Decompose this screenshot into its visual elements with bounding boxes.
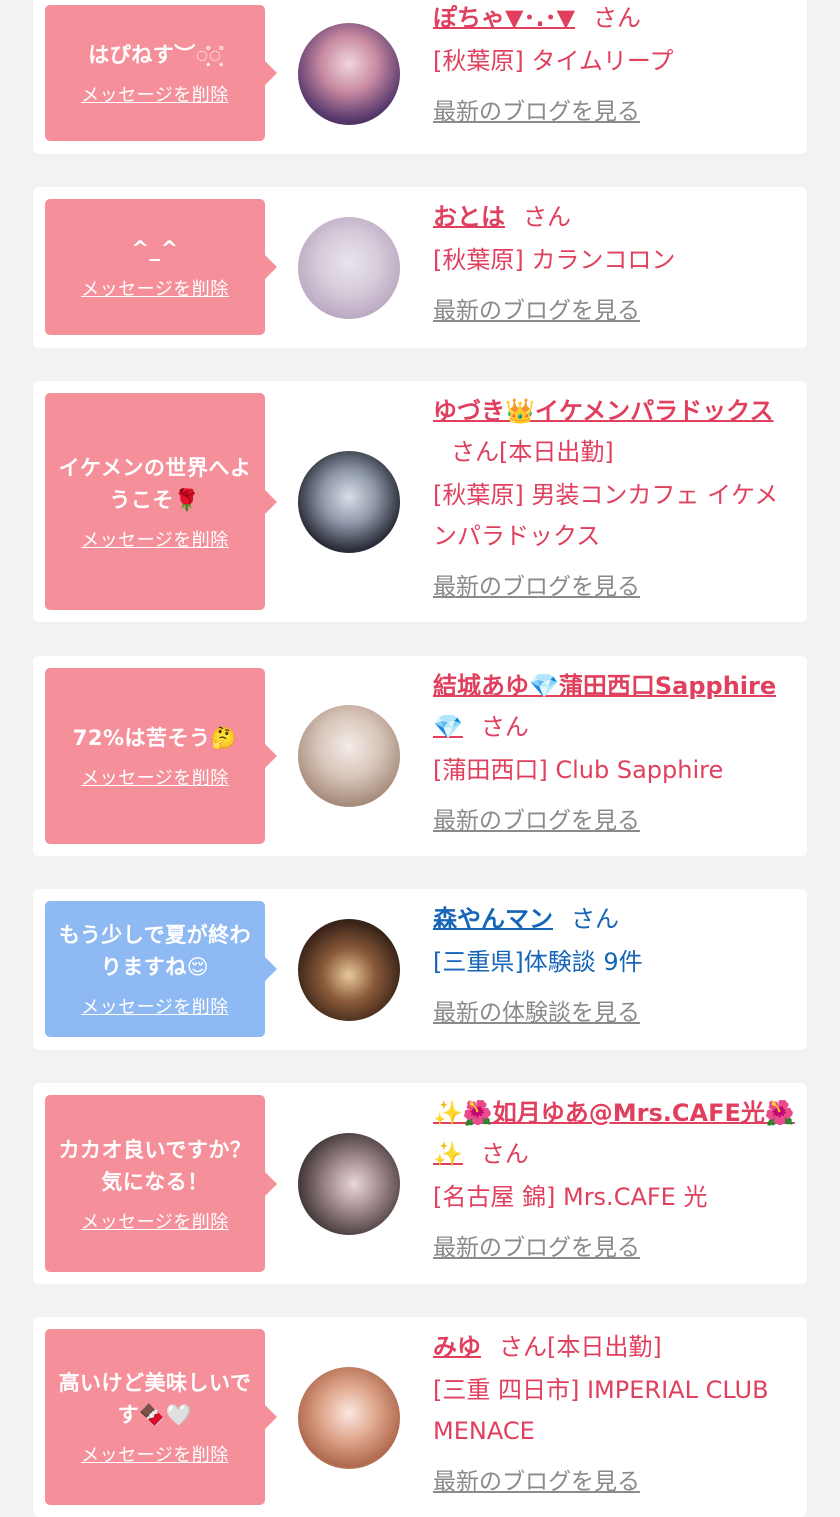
avatar[interactable] [298,705,400,807]
message-bubble: もう少しで夏が終わりますね😌 メッセージを削除 [45,901,277,1037]
latest-blog-link[interactable]: 最新のブログを見る [433,801,795,842]
message-text: 高いけど美味しいです🍫🤍 [58,1371,252,1427]
avatar[interactable] [298,919,400,1021]
delete-message-link[interactable]: メッセージを削除 [81,764,229,790]
name-suffix: さん[本日出勤] [451,438,614,466]
name-suffix: さん [571,905,619,933]
message-text: はぴねす︶◌͙̊◌͙̊ [88,43,222,67]
message-text: イケメンの世界へようこそ🌹 [58,455,252,512]
cast-name-link[interactable]: おとは [433,203,505,231]
message-text: もう少しで夏が終わりますね😌 [58,923,252,979]
shop-name: [秋葉原] カランコロン [433,246,676,274]
latest-blog-link[interactable]: 最新のブログを見る [433,1462,795,1503]
delete-message-link[interactable]: メッセージを削除 [81,1441,229,1467]
latest-blog-link[interactable]: 最新のブログを見る [433,92,795,133]
message-bubble: 高いけど美味しいです🍫🤍 メッセージを削除 [45,1329,277,1505]
message-bubble: はぴねす︶◌͙̊◌͙̊ メッセージを削除 [45,5,277,141]
message-card: 高いけど美味しいです🍫🤍 メッセージを削除 みゆ さん[本日出勤] [三重 四日市… [33,1317,807,1517]
latest-report-link[interactable]: 最新の体験談を見る [433,993,795,1034]
message-bubble: ^_^ メッセージを削除 [45,199,277,335]
message-card: ^_^ メッセージを削除 おとは さん [秋葉原] カランコロン 最新のブログを見… [33,187,807,348]
avatar[interactable] [298,217,400,319]
message-card: イケメンの世界へようこそ🌹 メッセージを削除 ゆづき👑イケメンパラドックスさん[… [33,381,807,622]
message-bubble: カカオ良いですか？気になる！ メッセージを削除 [45,1095,277,1272]
latest-blog-link[interactable]: 最新のブログを見る [433,1228,795,1269]
name-suffix: さん[本日出勤] [499,1333,662,1361]
shop-name: [蒲田西口] Club Sapphire [433,756,724,784]
shop-name: [秋葉原] タイムリープ [433,47,674,75]
message-text: ^_^ [131,237,179,261]
message-card: もう少しで夏が終わりますね😌 メッセージを削除 森やんマン さん [三重県]体験談… [33,889,807,1050]
name-suffix: さん [593,4,642,32]
cast-name-link[interactable]: 森やんマン [433,905,553,933]
message-bubble: 72%は苦そう🤔 メッセージを削除 [45,668,277,844]
avatar[interactable] [298,1367,400,1469]
shop-name: [三重 四日市] IMPERIAL CLUB MENACE [433,1376,769,1445]
delete-message-link[interactable]: メッセージを削除 [81,1208,229,1234]
avatar[interactable] [298,23,400,125]
message-bubble: イケメンの世界へようこそ🌹 メッセージを削除 [45,393,277,610]
shop-name: [名古屋 錦] Mrs.CAFE 光 [433,1183,708,1211]
cast-name-link[interactable]: ぽちゃ▼･.･▼ [433,4,575,32]
cast-name-link[interactable]: みゆ [433,1333,481,1361]
avatar[interactable] [298,1133,400,1235]
message-card: 72%は苦そう🤔 メッセージを削除 結城あゆ💎蒲田西口Sapphire💎 さん [… [33,656,807,856]
shop-name: [秋葉原] 男装コンカフェ イケメンパラドックス [433,481,779,550]
latest-blog-link[interactable]: 最新のブログを見る [433,291,795,332]
shop-name: [三重県]体験談 9件 [433,948,643,976]
delete-message-link[interactable]: メッセージを削除 [81,993,229,1019]
avatar[interactable] [298,451,400,553]
delete-message-link[interactable]: メッセージを削除 [81,526,229,552]
message-text: カカオ良いですか？気になる！ [58,1137,252,1194]
delete-message-link[interactable]: メッセージを削除 [81,81,229,107]
message-text: 72%は苦そう🤔 [72,726,238,750]
delete-message-link[interactable]: メッセージを削除 [81,275,229,301]
cast-name-link[interactable]: ゆづき👑イケメンパラドックス [433,397,773,425]
message-card: はぴねす︶◌͙̊◌͙̊ メッセージを削除 ぽちゃ▼･.･▼ さん [秋葉原] タイ… [33,0,807,154]
name-suffix: さん [523,203,571,231]
name-suffix: さん [480,1140,529,1168]
message-card: カカオ良いですか？気になる！ メッセージを削除 ✨🌺如月ゆあ@Mrs.CAFE光… [33,1083,807,1284]
name-suffix: さん [480,713,529,741]
latest-blog-link[interactable]: 最新のブログを見る [433,567,795,608]
